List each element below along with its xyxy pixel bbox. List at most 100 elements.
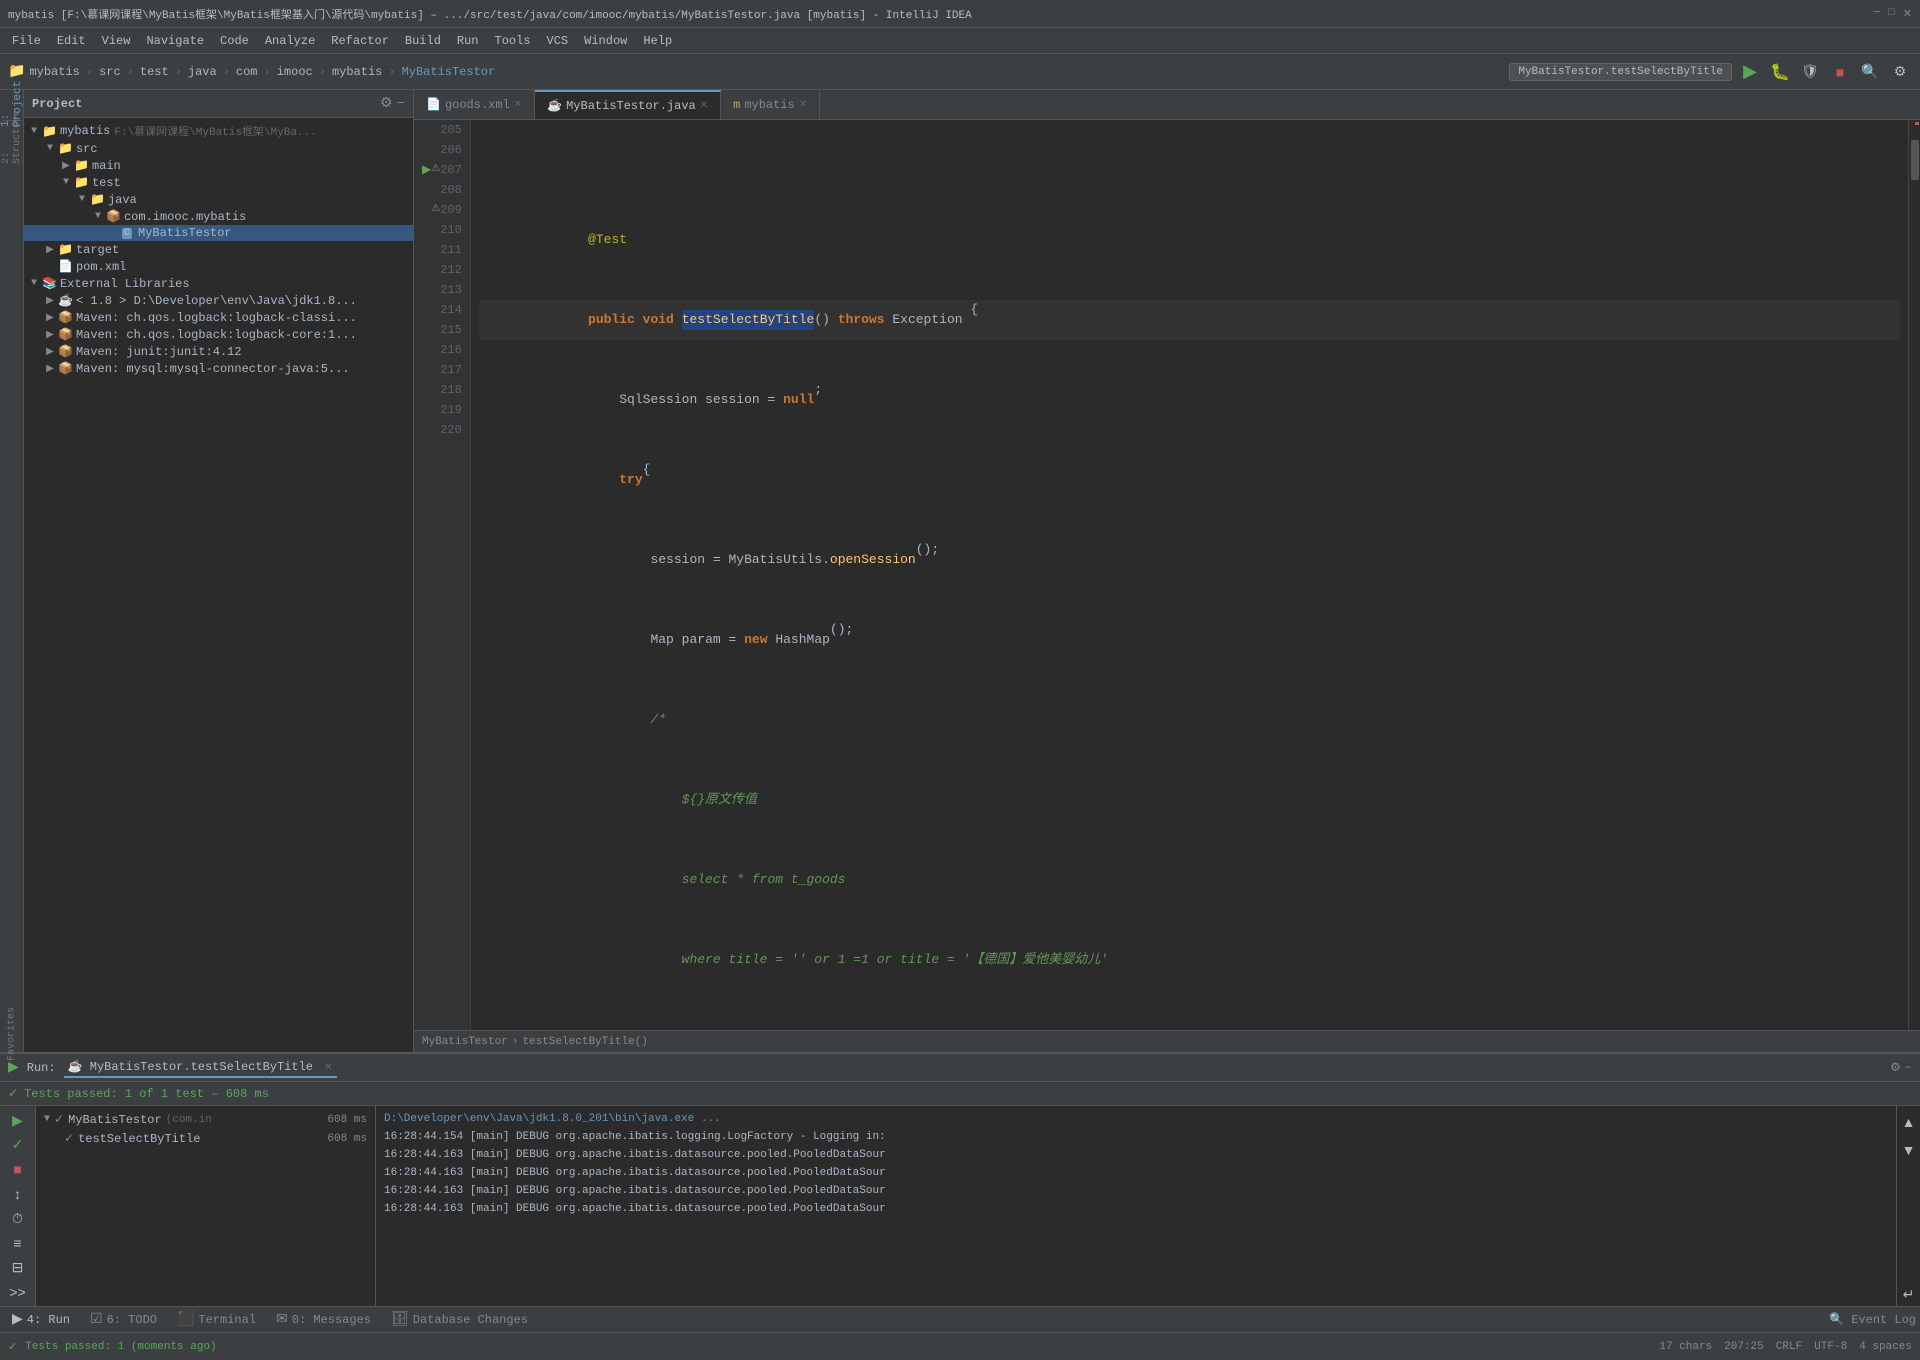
run-output[interactable]: D:\Developer\env\Java\jdk1.8.0_201\bin\j… (376, 1106, 1896, 1306)
event-log-btn[interactable]: 🔍 Event Log (1829, 1312, 1916, 1327)
btab-messages[interactable]: ✉ 0: Messages (268, 1309, 379, 1330)
tab-mybatis-close[interactable]: ✕ (799, 99, 807, 111)
menu-run[interactable]: Run (449, 32, 487, 50)
collapse-all-btn[interactable]: ⊟ (6, 1257, 30, 1278)
close-btn[interactable]: ✕ (1903, 7, 1912, 21)
sort-alpha-btn[interactable]: ↕ (6, 1184, 30, 1205)
menu-help[interactable]: Help (635, 32, 680, 50)
tree-arrow-package: ▼ (92, 211, 104, 222)
run-marker-207: ▶ (422, 160, 431, 180)
breadcrumb-src[interactable]: src (99, 65, 121, 79)
editor-breadcrumb: MyBatisTestor › testSelectByTitle() (414, 1030, 1920, 1052)
menu-analyze[interactable]: Analyze (257, 32, 323, 50)
code-line-213: ${}原文传值 (479, 780, 1900, 820)
breadcrumb-java[interactable]: java (188, 65, 217, 79)
tree-test[interactable]: ▼ 📁 test (24, 174, 413, 191)
run-config-selector[interactable]: MyBatisTestor.testSelectByTitle (1509, 63, 1732, 81)
menu-edit[interactable]: Edit (49, 32, 94, 50)
tree-package[interactable]: ▼ 📦 com.imooc.mybatis (24, 208, 413, 225)
structure-sidebar-icon[interactable]: 2: Structure (2, 127, 22, 147)
sort-dur-btn[interactable]: ⏱ (6, 1208, 30, 1229)
gutter-212: 212 (422, 260, 462, 280)
tree-mybatis-root[interactable]: ▼ 📁 mybatis F:\慕课网课程\MyBatis框架\MyBa... (24, 122, 413, 140)
expand-all-btn[interactable]: ≡ (6, 1233, 30, 1254)
more-options-btn[interactable]: >> (6, 1282, 30, 1303)
scroll-down-btn[interactable]: ▼ (1897, 1138, 1920, 1162)
run-button[interactable]: ▶ (1738, 60, 1762, 84)
breadcrumb-class[interactable]: MyBatisTestor (402, 65, 496, 79)
project-collapse-btn[interactable]: – (397, 95, 405, 112)
tree-mysql[interactable]: ▶ 📦 Maven: mysql:mysql-connector-java:5.… (24, 360, 413, 377)
run-tab-close[interactable]: ✕ (324, 1063, 332, 1074)
soft-wrap-btn[interactable]: ↵ (1897, 1282, 1920, 1306)
tree-jdk[interactable]: ▶ ☕ < 1.8 > D:\Developer\env\Java\jdk1.8… (24, 292, 413, 309)
tree-ext-libs[interactable]: ▼ 📚 External Libraries (24, 275, 413, 292)
settings-button[interactable]: ⚙ (1888, 60, 1912, 84)
breadcrumb-mybatis[interactable]: mybatis (29, 65, 79, 79)
gutter-218: 218 (422, 380, 462, 400)
btab-dbchanges[interactable]: 🗄 Database Changes (383, 1309, 536, 1330)
scroll-up-btn[interactable]: ▲ (1897, 1110, 1920, 1134)
run-header-actions: ⚙ – (1890, 1060, 1912, 1075)
minimize-btn[interactable]: ─ (1874, 7, 1881, 21)
run-again-btn[interactable]: ▶ (6, 1110, 30, 1131)
tree-src[interactable]: ▼ 📁 src (24, 140, 413, 157)
breadcrumb-test[interactable]: test (140, 65, 169, 79)
breadcrumb-mybatis2[interactable]: mybatis (332, 65, 382, 79)
debug-button[interactable]: 🐛 (1768, 60, 1792, 84)
test-item-testSelectByTitle[interactable]: ✓ testSelectByTitle 608 ms (36, 1129, 375, 1148)
gutter-214: 214 (422, 300, 462, 320)
stop-run-btn[interactable]: ■ (6, 1159, 30, 1180)
tree-junit[interactable]: ▶ 📦 Maven: junit:junit:4.12 (24, 343, 413, 360)
run-icon: ▶ (8, 1059, 19, 1076)
project-settings-btn[interactable]: ⚙ (380, 95, 393, 112)
tree-main[interactable]: ▶ 📁 main (24, 157, 413, 174)
tree-java[interactable]: ▼ 📁 java (24, 191, 413, 208)
menu-refactor[interactable]: Refactor (323, 32, 397, 50)
favorites-icon[interactable]: Favorites (2, 1024, 22, 1044)
menu-build[interactable]: Build (397, 32, 449, 50)
run-tab-mybatistestor[interactable]: ☕ MyBatisTestor.testSelectByTitle ✕ (64, 1057, 337, 1078)
stop-button[interactable]: ■ (1828, 60, 1852, 84)
xml-icon-pom: 📄 (58, 259, 73, 274)
messages-btab-icon: ✉ (276, 1311, 288, 1328)
menu-vcs[interactable]: VCS (539, 32, 577, 50)
code-line-206: @Test (479, 220, 1900, 260)
menu-code[interactable]: Code (212, 32, 257, 50)
gutter-216: 216 (422, 340, 462, 360)
run-settings-btn[interactable]: ⚙ (1890, 1060, 1901, 1075)
tree-target[interactable]: ▶ 📁 target (24, 241, 413, 258)
menu-window[interactable]: Window (576, 32, 635, 50)
btab-run[interactable]: ▶ 4: Run (4, 1309, 78, 1330)
tab-mybatistestor[interactable]: ☕ MyBatisTestor.java ✕ (535, 90, 721, 119)
gutter-209: ⚠ 209 (422, 200, 462, 220)
breadcrumb-imooc[interactable]: imooc (277, 65, 313, 79)
code-line-205 (479, 160, 1900, 180)
coverage-button[interactable]: 🛡 (1798, 60, 1822, 84)
test-tree: ▼ ✓ MyBatisTestor (com.in 608 ms ✓ testS… (36, 1106, 376, 1306)
maximize-btn[interactable]: □ (1888, 7, 1895, 21)
tree-logback-classic[interactable]: ▶ 📦 Maven: ch.qos.logback:logback-classi… (24, 309, 413, 326)
menu-view[interactable]: View (94, 32, 139, 50)
run-minimize-btn[interactable]: – (1905, 1060, 1912, 1075)
btab-todo[interactable]: ☑ 6: TODO (82, 1309, 165, 1330)
search-button[interactable]: 🔍 (1858, 60, 1882, 84)
tree-logback-core[interactable]: ▶ 📦 Maven: ch.qos.logback:logback-core:1… (24, 326, 413, 343)
tab-goods-xml-close[interactable]: ✕ (514, 99, 522, 111)
tab-goods-xml[interactable]: 📄 goods.xml ✕ (414, 90, 535, 119)
code-content[interactable]: @Test public void testSelectByTitle() th… (471, 120, 1908, 1030)
tab-mybatistestor-close[interactable]: ✕ (700, 100, 708, 112)
menu-tools[interactable]: Tools (487, 32, 539, 50)
tab-mybatis[interactable]: m mybatis ✕ (721, 90, 820, 119)
test-item-mybatistestor[interactable]: ▼ ✓ MyBatisTestor (com.in 608 ms (36, 1110, 375, 1129)
code-editor[interactable]: 205 206 ▶ ⚠ 207 208 ⚠ 209 210 211 212 21… (414, 120, 1920, 1030)
tree-mybatistestor[interactable]: C MyBatisTestor (24, 225, 413, 241)
menu-navigate[interactable]: Navigate (138, 32, 212, 50)
gutter-210: 210 (422, 220, 462, 240)
run-toolbar: ▶ ✓ ■ ↕ ⏱ ≡ ⊟ >> (0, 1106, 36, 1306)
test-pass-filter-btn[interactable]: ✓ (6, 1135, 30, 1156)
tree-pom[interactable]: 📄 pom.xml (24, 258, 413, 275)
menu-file[interactable]: File (4, 32, 49, 50)
breadcrumb-com[interactable]: com (236, 65, 258, 79)
btab-terminal[interactable]: ⬛ Terminal (169, 1309, 264, 1330)
